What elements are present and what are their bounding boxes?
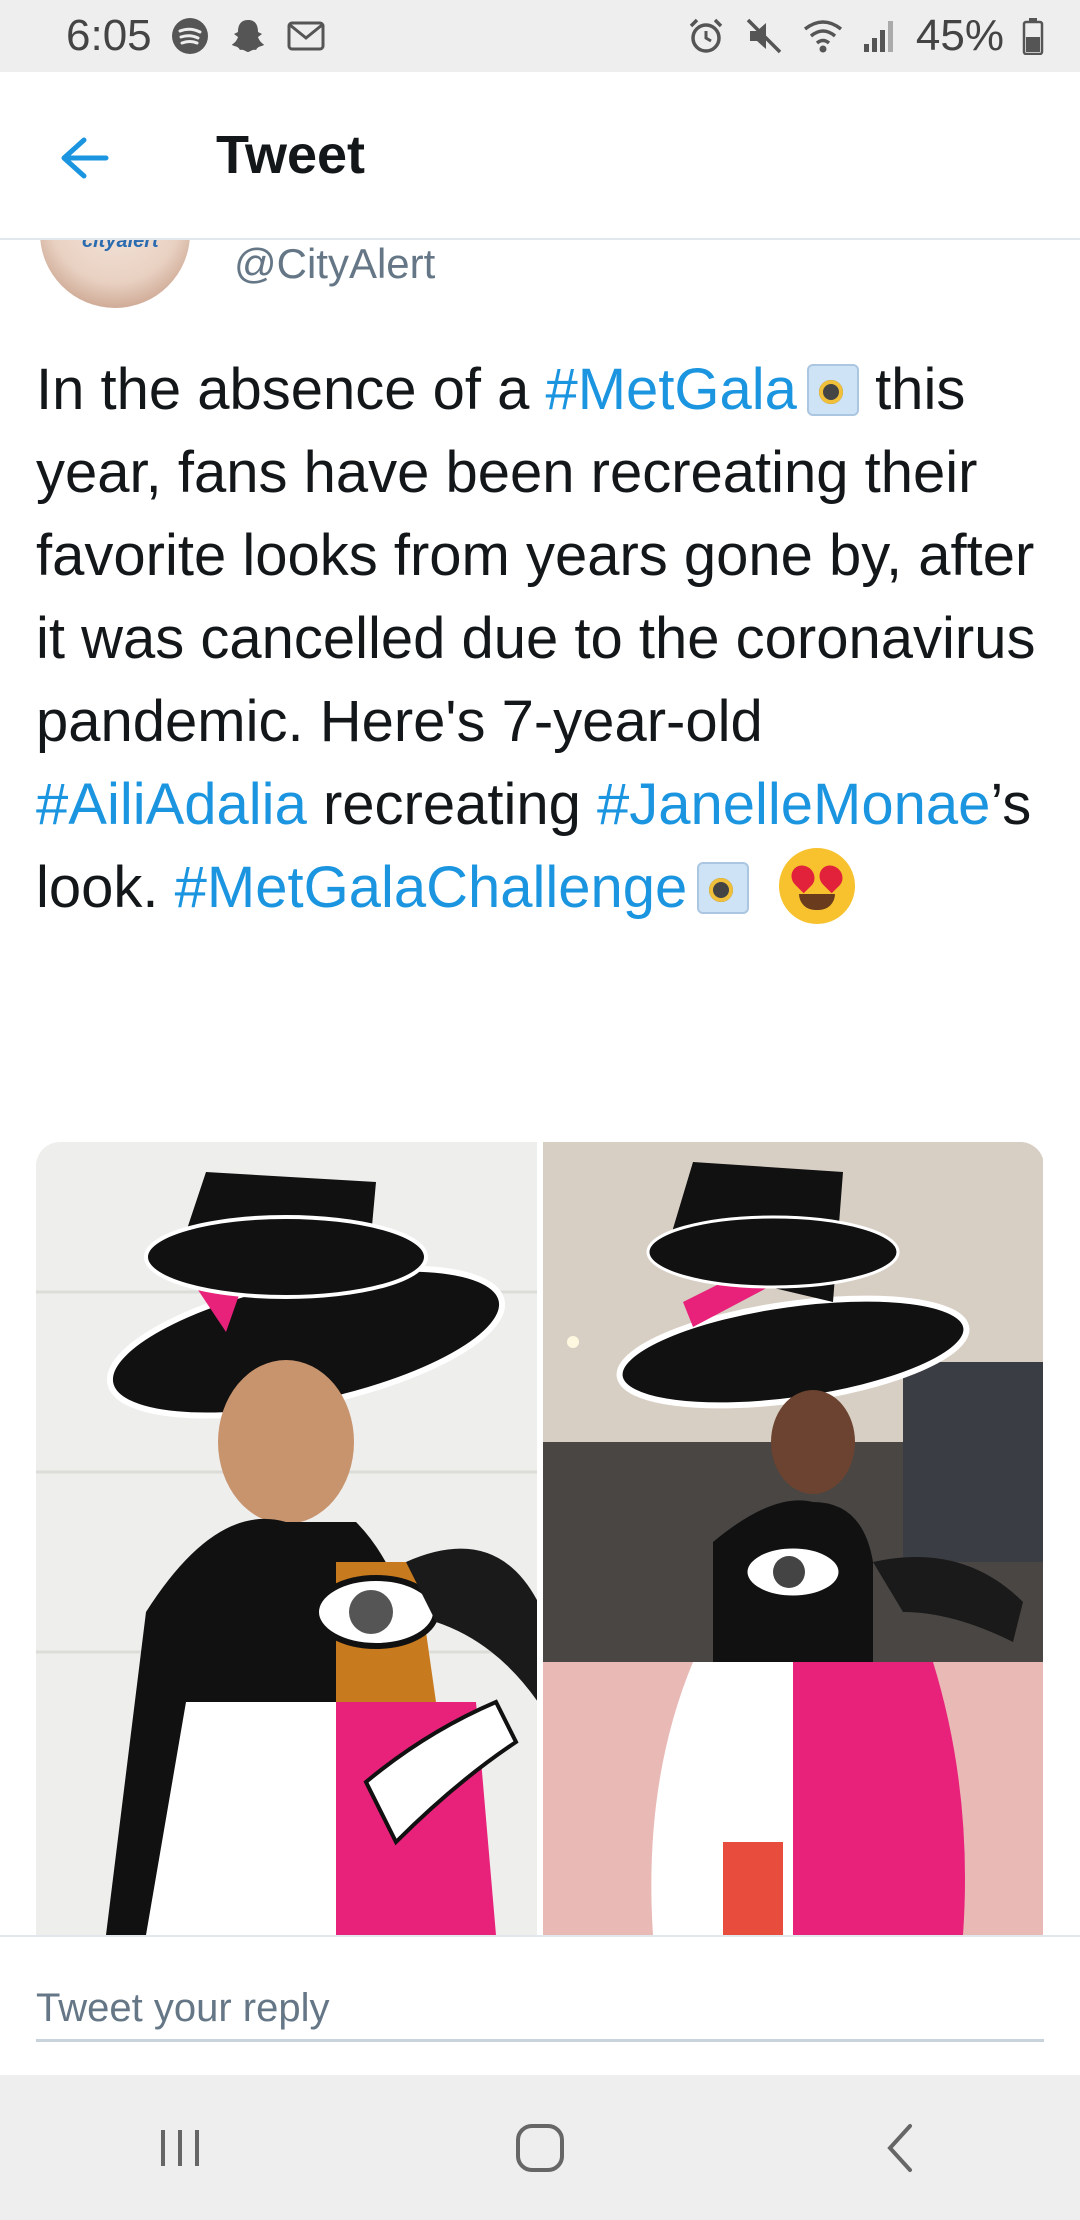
status-right: 45% [686, 11, 1044, 61]
page-title: Tweet [216, 125, 366, 185]
tweet-photo-right[interactable] [543, 1142, 1044, 1935]
tweet-text-segment: recreating [306, 772, 597, 837]
heart-eyes-emoji-icon [779, 847, 856, 924]
hashtag-link[interactable]: #JanelleMonae [597, 772, 990, 837]
recents-button[interactable] [120, 2098, 240, 2198]
chevron-left-icon [887, 2123, 912, 2172]
home-icon [516, 2123, 564, 2172]
reply-area [0, 1935, 1080, 2075]
status-bar: 6:05 45% [0, 0, 1080, 72]
mute-icon [744, 16, 784, 56]
hashtag-link[interactable]: #MetGalaChallenge [175, 855, 688, 920]
recents-icon [161, 2129, 199, 2166]
back-nav-button[interactable] [840, 2098, 960, 2198]
tweet-media [36, 1142, 1044, 1935]
signal-icon [862, 18, 898, 54]
avatar[interactable]: cityalert [40, 240, 190, 308]
tweet-photo-left[interactable] [36, 1142, 537, 1935]
system-nav-bar [0, 2075, 1080, 2220]
home-button[interactable] [480, 2098, 600, 2198]
tweet-text-segment: In the absence of a [36, 357, 546, 422]
battery-icon [1022, 17, 1044, 55]
gmail-icon [286, 18, 326, 54]
author-handle[interactable]: @CityAlert [234, 240, 435, 288]
alarm-icon [686, 16, 726, 56]
snapchat-icon [228, 16, 268, 56]
tweet-text: In the absence of a #MetGala this year, … [36, 348, 1046, 930]
battery-percent: 45% [915, 11, 1004, 60]
tweet-header: Tweet [0, 72, 1080, 240]
camera-emoji-icon [697, 861, 750, 914]
author-row: cityalert @CityAlert [0, 240, 1080, 310]
reply-input[interactable] [36, 1977, 1044, 2042]
status-left: 6:05 [66, 11, 326, 61]
hashtag-link[interactable]: #MetGala [545, 357, 796, 422]
hashtag-link[interactable]: #AiliAdalia [36, 772, 307, 837]
back-arrow-button[interactable] [44, 118, 124, 198]
status-time: 6:05 [66, 11, 152, 60]
wifi-icon [802, 17, 844, 55]
avatar-logo-text: cityalert [82, 240, 159, 252]
back-arrow-icon [61, 137, 109, 179]
camera-emoji-icon [806, 363, 859, 416]
spotify-icon [170, 16, 210, 56]
